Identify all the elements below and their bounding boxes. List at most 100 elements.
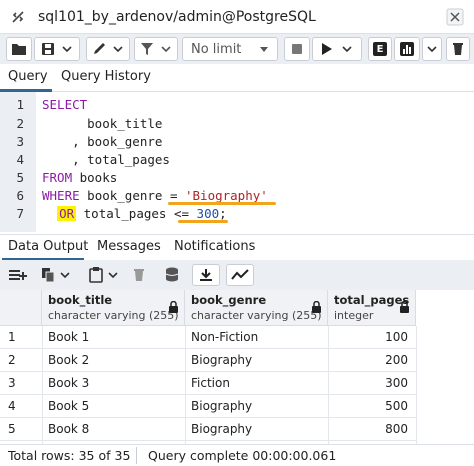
cell-book-genre[interactable]: Biography [191,399,252,413]
keyword-where: WHERE [42,188,80,203]
column-name: book_title [48,293,113,307]
connection-label[interactable]: sql101_by_ardenov/admin@PostgreSQL [38,9,316,25]
save-button[interactable] [34,37,80,61]
string-literal: 'Biography' [185,188,268,203]
execute-button[interactable] [312,37,362,61]
trash-icon [134,269,144,281]
add-row-icon [9,270,27,280]
table-row[interactable]: 3 Book 3 Fiction 300 [0,372,416,395]
code-line-2: book_title [42,116,162,131]
stop-icon [292,44,302,54]
line-number: 3 [16,134,24,149]
highlight-underline-genre [168,202,276,205]
code-text: book_title [42,116,163,131]
query-complete-label: Query complete 00:00:00.061 [148,448,337,463]
keyword-from: FROM [42,170,73,185]
column-header[interactable]: book_genre character varying (255) [185,290,328,326]
tab-notifications[interactable]: Notifications [174,239,255,254]
cell-book-genre[interactable]: Biography [191,422,252,436]
lock-icon [169,301,178,313]
paste-button[interactable] [84,264,124,286]
add-row-button[interactable] [6,264,30,286]
line-gutter: 1 2 3 4 5 6 7 [0,92,36,232]
status-bar: Total rows: 35 of 35 Query complete 00:0… [0,444,474,466]
graph-visualiser-button[interactable] [226,264,254,286]
download-icon [200,269,212,281]
edit-button[interactable] [86,37,130,61]
explain-analyze-button[interactable] [394,37,420,61]
clear-button[interactable] [446,37,470,61]
column-header[interactable]: book_title character varying (255) [42,290,185,326]
chevron-down-icon [427,46,437,53]
tab-query-history[interactable]: Query History [61,69,151,84]
cell-book-title[interactable]: Book 2 [48,353,89,367]
query-toolbar: No limit E [0,34,474,64]
code-line-1: SELECT [42,97,87,112]
query-tabs: Query Query History [0,64,474,92]
cell-total-pages[interactable]: 100 [385,330,408,344]
explain-button[interactable]: E [368,37,392,61]
open-file-button[interactable] [6,37,32,61]
save-data-button[interactable] [160,264,184,286]
result-tabs: Data Output Messages Notifications [0,234,474,261]
cell-book-genre[interactable]: Non-Fiction [191,330,258,344]
column-header[interactable]: total_pages integer [328,290,416,326]
grid-divider [416,326,417,444]
sql-editor[interactable]: 1 2 3 4 5 6 7 SELECT book_title , book_g… [0,92,474,232]
cell-total-pages[interactable]: 800 [385,422,408,436]
cell-book-title[interactable]: Book 1 [48,330,89,344]
column-name: book_genre [191,293,267,307]
cell-book-genre[interactable]: Biography [191,353,252,367]
total-rows-label: Total rows: 35 of 35 [8,448,131,463]
cell-total-pages[interactable]: 200 [385,353,408,367]
cell-book-genre[interactable]: Fiction [191,376,230,390]
filter-icon [141,43,153,55]
lock-icon [400,301,409,313]
close-icon[interactable] [446,8,464,26]
column-type: character varying (255) [48,309,179,322]
line-number: 5 [16,170,24,185]
cell-book-title[interactable]: Book 8 [48,422,89,436]
limit-value: No limit [191,41,242,57]
cell-book-title[interactable]: Book 5 [48,399,89,413]
connection-bar: sql101_by_ardenov/admin@PostgreSQL [0,0,474,34]
code-text: ; [219,206,227,221]
stop-button[interactable] [284,37,310,61]
download-button[interactable] [192,264,220,286]
tab-data-output[interactable]: Data Output [8,239,88,254]
tab-query[interactable]: Query [8,69,48,84]
chart-icon [400,42,414,56]
copy-button[interactable] [36,264,76,286]
pen-icon [94,43,105,54]
cell-book-title[interactable]: Book 3 [48,376,89,390]
row-number: 4 [8,399,16,413]
chevron-down-icon [62,46,72,53]
delete-icon [453,43,463,55]
table-row[interactable]: 2 Book 2 Biography 200 [0,349,416,372]
delete-row-button[interactable] [128,264,150,286]
graph-icon [231,269,249,280]
cell-total-pages[interactable]: 300 [385,376,408,390]
tab-messages[interactable]: Messages [97,239,161,254]
folder-icon [12,44,26,55]
column-type: integer [334,309,374,322]
explain-icon: E [373,42,387,56]
filter-button[interactable] [134,37,178,61]
code-line-5: FROM books [42,170,117,185]
result-toolbar [0,260,474,290]
code-text: , total_pages [42,152,170,167]
code-line-3: , book_genre [42,134,162,149]
caret-down-icon [260,47,268,52]
status-divider [136,447,137,464]
limit-select[interactable]: No limit [182,37,278,61]
code-line-4: , total_pages [42,152,170,167]
table-row[interactable]: 1 Book 1 Non-Fiction 100 [0,326,416,349]
options-dropdown[interactable] [422,37,442,61]
keyword-select: SELECT [42,97,88,112]
table-row[interactable]: 4 Book 5 Biography 500 [0,395,416,418]
code-line-6: WHERE book_genre = 'Biography' [42,188,268,203]
number-literal: 300 [196,206,220,221]
row-number: 1 [8,330,16,344]
cell-total-pages[interactable]: 500 [385,399,408,413]
table-row[interactable]: 5 Book 8 Biography 800 [0,418,416,441]
